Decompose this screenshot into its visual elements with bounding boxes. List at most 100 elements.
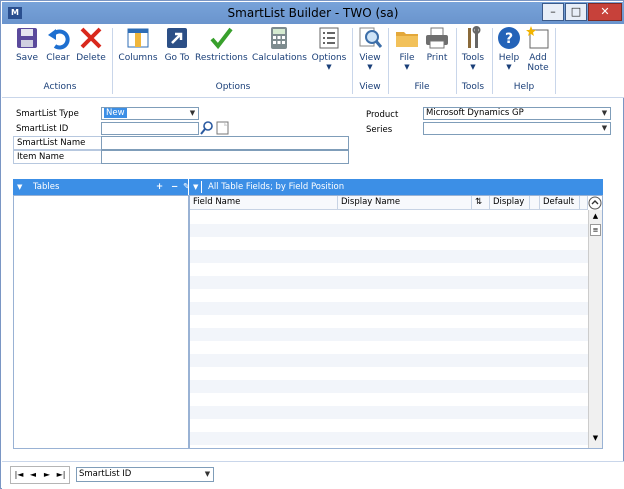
tools-button[interactable]: Tools ▼ xyxy=(460,26,486,71)
restrictions-button[interactable]: Restrictions xyxy=(195,26,248,63)
checkmark-icon xyxy=(209,26,233,50)
goto-arrow-icon xyxy=(165,26,189,50)
view-button[interactable]: View ▼ xyxy=(356,26,384,71)
tools-icon xyxy=(461,26,485,50)
scroll-down-icon[interactable]: ▼ xyxy=(590,434,601,444)
ribbon-separator xyxy=(352,28,353,94)
calculator-icon xyxy=(267,26,291,50)
ribbon-separator xyxy=(555,28,556,94)
table-row xyxy=(190,302,588,315)
smartlist-name-input[interactable] xyxy=(101,136,349,150)
column-header-field-name[interactable]: Field Name xyxy=(190,196,338,210)
previous-record-button[interactable]: ◄ xyxy=(27,469,39,481)
collapse-icon[interactable]: ▼ xyxy=(17,179,22,195)
group-options-label: Options xyxy=(215,82,251,92)
table-row xyxy=(190,432,588,445)
add-note-button[interactable]: Add Note xyxy=(524,26,552,73)
chevron-down-icon: ▼ xyxy=(189,109,196,117)
chevron-down-icon: ▼ xyxy=(601,124,608,132)
column-header-display[interactable]: Display xyxy=(490,196,530,210)
item-name-label: Item Name xyxy=(13,150,101,164)
tables-list[interactable] xyxy=(13,195,189,449)
sort-icon[interactable]: ⇅ xyxy=(472,196,490,210)
chevron-down-icon: ▼ xyxy=(470,63,476,71)
minimize-button[interactable]: – xyxy=(542,3,564,21)
vertical-scrollbar[interactable]: ▲ ≡ ▼ xyxy=(588,210,602,448)
add-table-button[interactable]: + xyxy=(156,179,163,195)
note-icon[interactable] xyxy=(216,121,229,135)
ribbon-separator xyxy=(388,28,389,94)
chevron-down-icon: ▼ xyxy=(506,63,512,71)
chevron-down-icon: ▼ xyxy=(404,63,410,71)
group-tools-label: Tools xyxy=(461,82,485,92)
columns-icon xyxy=(126,26,150,50)
options-button[interactable]: Options ▼ xyxy=(311,26,347,71)
delete-button[interactable]: Delete xyxy=(76,26,106,63)
lookup-icon[interactable] xyxy=(200,121,214,135)
save-button[interactable]: Save xyxy=(14,26,40,63)
remove-table-button[interactable]: − xyxy=(171,179,178,195)
group-view-label: View xyxy=(359,82,381,92)
next-record-button[interactable]: ► xyxy=(41,469,53,481)
series-select[interactable]: ▼ xyxy=(423,122,611,135)
column-header-default[interactable]: Default xyxy=(540,196,580,210)
chevron-down-icon: ▼ xyxy=(367,63,373,71)
series-label: Series xyxy=(366,125,393,135)
smartlist-name-label: SmartList Name xyxy=(13,136,101,150)
undo-icon xyxy=(46,26,70,50)
group-actions-label: Actions xyxy=(43,82,77,92)
ribbon: Save Clear Delete Actions Columns Go To … xyxy=(2,24,624,98)
chevron-down-icon: ▼ xyxy=(204,470,211,478)
table-row xyxy=(190,250,588,263)
header-divider xyxy=(201,181,202,193)
ribbon-separator xyxy=(112,28,113,94)
note-star-icon xyxy=(526,26,550,50)
smartlist-type-label: SmartList Type xyxy=(16,109,79,119)
table-row xyxy=(190,224,588,237)
column-header-spacer xyxy=(580,196,588,210)
magnifier-icon xyxy=(358,26,383,50)
clear-button[interactable]: Clear xyxy=(45,26,71,63)
print-button[interactable]: Print xyxy=(423,26,451,63)
nav-buttons: |◄ ◄ ► ►| xyxy=(10,466,70,484)
product-label: Product xyxy=(366,110,399,120)
group-help-label: Help xyxy=(513,82,535,92)
browse-sort-select[interactable]: SmartList ID ▼ xyxy=(76,467,214,482)
first-record-button[interactable]: |◄ xyxy=(13,469,25,481)
table-row xyxy=(190,354,588,367)
group-file-label: File xyxy=(414,82,430,92)
table-row xyxy=(190,276,588,289)
window: M SmartList Builder - TWO (sa) – □ ✕ Sav… xyxy=(0,0,624,489)
close-button[interactable]: ✕ xyxy=(588,3,622,21)
table-row xyxy=(190,380,588,393)
printer-icon xyxy=(425,26,449,50)
calculations-button[interactable]: Calculations xyxy=(252,26,307,63)
expand-rows-icon[interactable] xyxy=(588,196,602,210)
help-question-icon: ? xyxy=(497,26,521,50)
collapse-icon[interactable]: ▼ xyxy=(193,179,198,195)
table-row xyxy=(190,406,588,419)
last-record-button[interactable]: ►| xyxy=(55,469,67,481)
product-select[interactable]: Microsoft Dynamics GP ▼ xyxy=(423,107,611,120)
svg-text:?: ? xyxy=(505,31,513,47)
columns-button[interactable]: Columns xyxy=(118,26,158,63)
maximize-button[interactable]: □ xyxy=(565,3,587,21)
options-list-icon xyxy=(317,26,341,50)
chevron-down-icon: ▼ xyxy=(601,109,608,117)
folder-icon xyxy=(395,26,419,50)
help-button[interactable]: ? Help ▼ xyxy=(496,26,522,71)
item-name-input[interactable] xyxy=(101,150,349,164)
fields-grid[interactable]: Field Name Display Name ⇅ Display Defaul… xyxy=(189,195,603,449)
smartlist-id-input[interactable] xyxy=(101,122,199,135)
save-icon xyxy=(15,26,39,50)
scroll-up-icon[interactable]: ▲ xyxy=(590,212,601,222)
smartlist-id-label: SmartList ID xyxy=(16,124,69,134)
smartlist-type-select[interactable]: New ▼ xyxy=(101,107,199,120)
goto-button[interactable]: Go To xyxy=(163,26,191,63)
fields-panel-header: ▼ All Table Fields; by Field Position xyxy=(189,179,603,195)
file-button[interactable]: File ▼ xyxy=(394,26,420,71)
column-header-spacer xyxy=(530,196,540,210)
delete-x-icon xyxy=(79,26,103,50)
scroll-thumb[interactable]: ≡ xyxy=(590,224,601,236)
column-header-display-name[interactable]: Display Name xyxy=(338,196,472,210)
